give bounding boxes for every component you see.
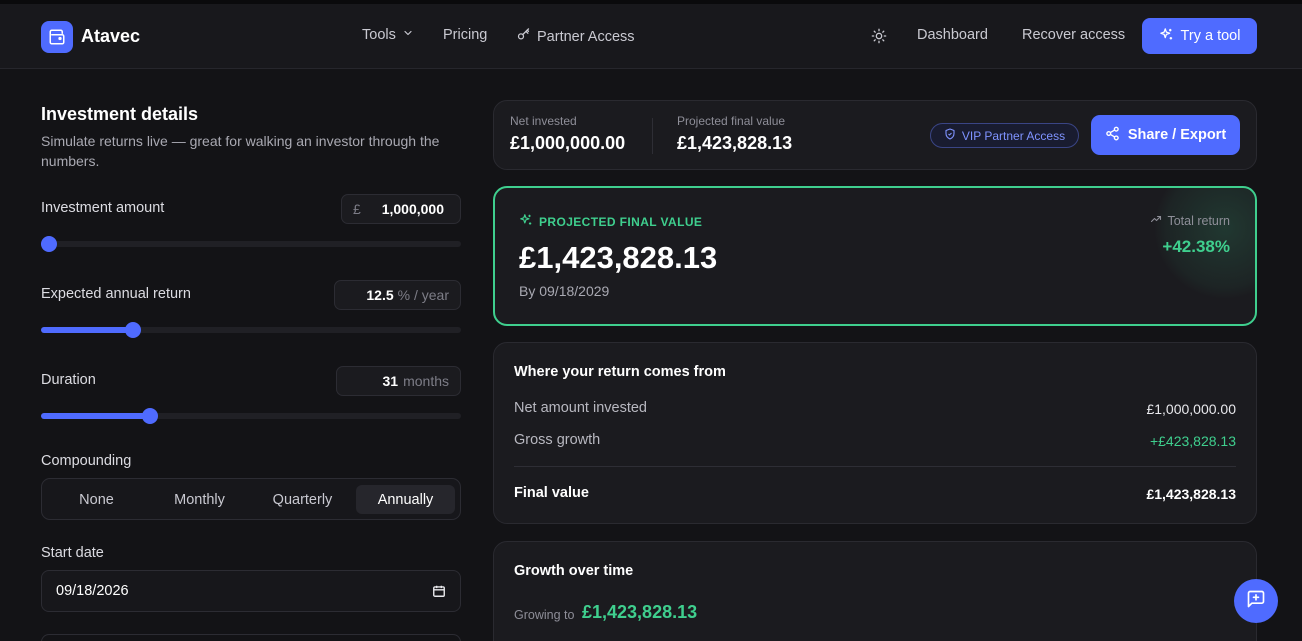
projection-date: By 09/18/2029 (519, 283, 610, 299)
annual-return-label: Expected annual return (41, 286, 191, 302)
next-field-partial (41, 634, 461, 641)
final-value-amount: £1,423,828.13 (1146, 486, 1236, 502)
growing-to-label: Growing to (514, 608, 575, 622)
annual-return-input[interactable]: 12.5 % / year (334, 280, 461, 310)
compounding-option-annually[interactable]: Annually (356, 485, 455, 514)
projection-value: £1,423,828.13 (519, 240, 718, 275)
key-icon (516, 27, 531, 46)
try-a-tool-label: Try a tool (1180, 28, 1241, 44)
calendar-icon[interactable] (432, 584, 446, 602)
nav-partner-access[interactable]: Partner Access (516, 27, 635, 46)
duration-slider[interactable] (41, 408, 461, 424)
annual-return-slider[interactable] (41, 322, 461, 338)
wallet-icon[interactable] (41, 21, 73, 53)
form-title: Investment details (41, 104, 199, 124)
total-return-label: Total return (1167, 213, 1230, 228)
investment-amount-value: 1,000,000 (381, 201, 444, 217)
growing-to-value: £1,423,828.13 (582, 602, 698, 622)
sparkles-icon (519, 213, 533, 230)
annual-return-value: 12.5 (366, 287, 394, 303)
compounding-label: Compounding (41, 453, 132, 469)
try-a-tool-button[interactable]: Try a tool (1142, 18, 1257, 54)
trending-up-icon (1150, 213, 1162, 228)
nav-recover-access[interactable]: Recover access (1022, 27, 1125, 43)
compounding-selector: None Monthly Quarterly Annually (41, 478, 461, 520)
compounding-option-quarterly[interactable]: Quarterly (253, 485, 352, 514)
breakdown-row-label: Net amount invested (514, 400, 647, 416)
slider-thumb[interactable] (41, 236, 58, 252)
projected-final-value-card: PROJECTED FINAL VALUE £1,423,828.13 By 0… (493, 186, 1257, 326)
nav-dashboard[interactable]: Dashboard (917, 27, 988, 43)
breakdown-divider (514, 466, 1236, 467)
sparkles-icon (1159, 27, 1174, 46)
breakdown-row-value: +£423,828.13 (1149, 433, 1236, 449)
investment-amount-label: Investment amount (41, 200, 165, 216)
shield-icon (944, 128, 956, 143)
start-date-input[interactable]: 09/18/2026 (41, 570, 461, 612)
summary-divider (652, 118, 653, 154)
growth-title: Growth over time (514, 563, 634, 579)
compounding-option-none[interactable]: None (47, 485, 146, 514)
duration-input[interactable]: 31 months (336, 366, 461, 396)
breakdown-title: Where your return comes from (514, 364, 726, 380)
investment-amount-slider[interactable] (41, 236, 461, 252)
slider-fill (41, 327, 134, 333)
nav-pricing-label: Pricing (443, 27, 488, 43)
start-date-label: Start date (41, 545, 104, 561)
duration-value: 31 (382, 373, 399, 389)
final-value-label: Final value (514, 485, 589, 501)
breakdown-row-value: £1,000,000.00 (1146, 401, 1236, 417)
projection-tag: PROJECTED FINAL VALUE (519, 213, 702, 230)
annual-return-unit: % / year (397, 287, 449, 303)
slider-fill (41, 413, 151, 419)
nav-tools[interactable]: Tools (362, 27, 414, 43)
growth-over-time-card (493, 541, 1257, 641)
brand-name[interactable]: Atavec (81, 26, 140, 47)
nav-dashboard-label: Dashboard (917, 27, 988, 43)
top-navigation-bar: Atavec Tools Pricing Partner Access Dash… (0, 4, 1302, 69)
start-date-value: 09/18/2026 (56, 583, 129, 599)
total-return-value: +42.38% (1162, 237, 1230, 256)
slider-thumb[interactable] (142, 408, 159, 424)
currency-prefix: £ (353, 201, 361, 217)
vip-badge-label: VIP Partner Access (961, 128, 1066, 143)
nav-partner-access-label: Partner Access (537, 28, 635, 45)
share-icon (1105, 126, 1120, 145)
compounding-option-monthly[interactable]: Monthly (150, 485, 249, 514)
duration-unit: months (403, 373, 449, 389)
nav-pricing[interactable]: Pricing (443, 27, 487, 43)
projected-final-value: £1,423,828.13 (677, 133, 793, 153)
investment-amount-input[interactable]: £ 1,000,000 (341, 194, 461, 224)
feedback-chat-button[interactable] (1234, 579, 1278, 623)
sun-icon[interactable] (870, 27, 888, 45)
projection-tag-label: PROJECTED FINAL VALUE (539, 214, 703, 229)
duration-label: Duration (41, 372, 96, 388)
total-return-label-group: Total return (1150, 213, 1230, 228)
nav-tools-label: Tools (362, 27, 396, 43)
net-invested-value: £1,000,000.00 (510, 133, 626, 153)
net-invested-label: Net invested (510, 114, 577, 128)
breakdown-row-label: Gross growth (514, 432, 601, 448)
form-description: Simulate returns live — great for walkin… (41, 133, 440, 169)
share-export-button[interactable]: Share / Export (1091, 115, 1240, 155)
projected-final-label: Projected final value (677, 114, 786, 128)
share-export-label: Share / Export (1127, 127, 1227, 143)
nav-recover-access-label: Recover access (1022, 27, 1126, 43)
slider-thumb[interactable] (125, 322, 142, 338)
chevron-down-icon (402, 27, 414, 43)
vip-partner-badge: VIP Partner Access (930, 123, 1079, 148)
message-plus-icon (1246, 589, 1266, 614)
